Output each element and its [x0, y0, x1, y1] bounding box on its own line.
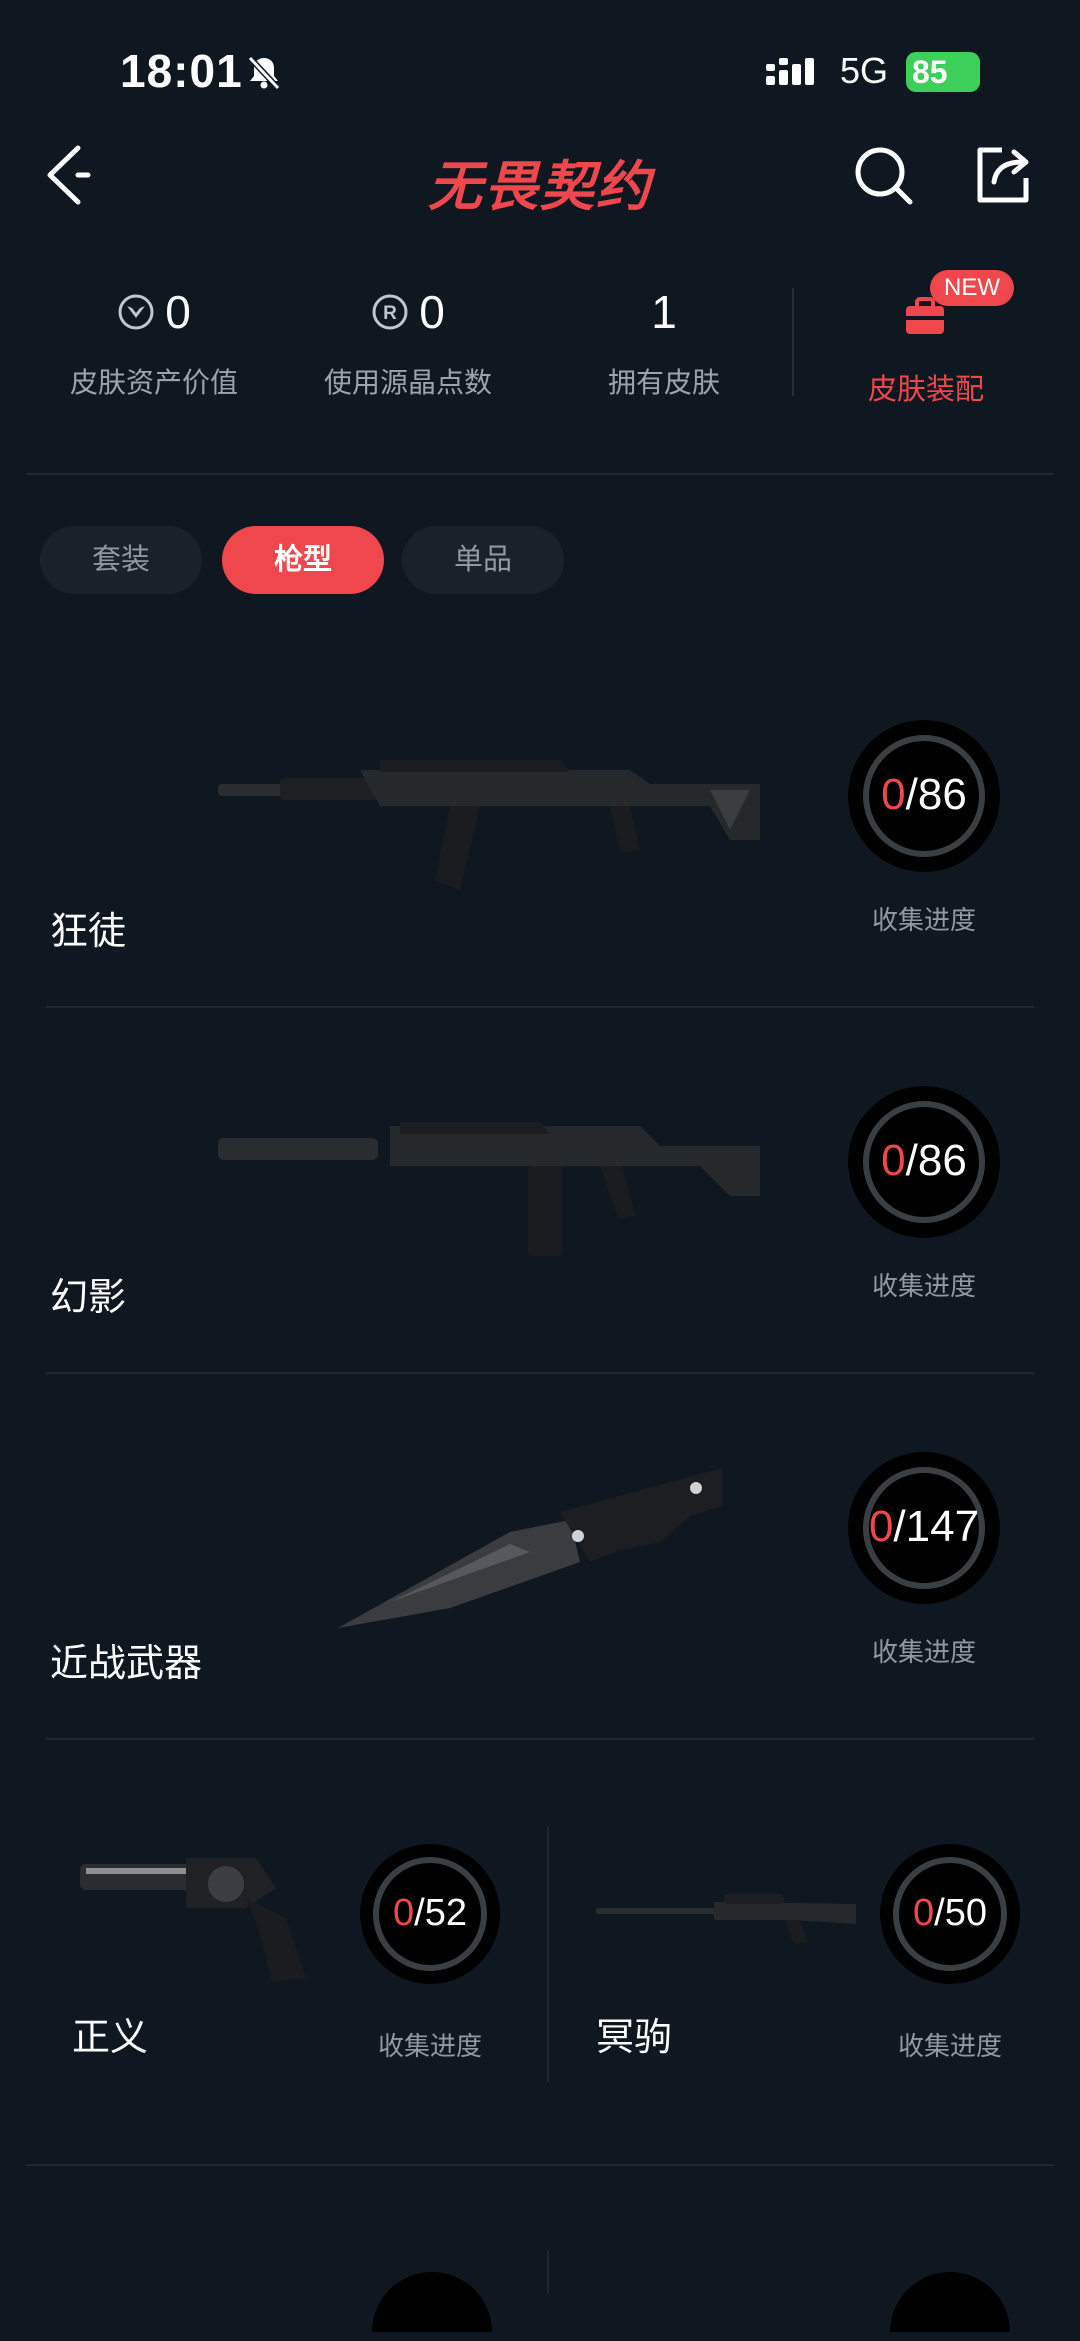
weapon-name: 近战武器	[50, 1643, 203, 1685]
status-time: 18:01	[120, 45, 243, 97]
stat-value: 0	[165, 286, 191, 338]
tab-bundles[interactable]: 套装	[40, 526, 202, 594]
tab-single-items[interactable]: 单品	[402, 526, 564, 594]
search-icon[interactable]	[852, 144, 914, 206]
divider	[26, 2164, 1054, 2166]
divider	[46, 1738, 1034, 1740]
stat-radianite: R 0 使用源晶点数	[278, 285, 538, 401]
progress-count: 0/50	[913, 1892, 987, 1934]
stat-skin-value: 0 皮肤资产价值	[24, 285, 284, 401]
skin-equip-button[interactable]: 皮肤装配	[838, 366, 1014, 408]
progress-label: 收集进度	[871, 1637, 976, 1667]
weapon-card-phantom[interactable]: 幻影 0/86 收集进度	[0, 1026, 1080, 1366]
phantom-weapon-image	[218, 1122, 760, 1256]
stat-owned-skins: 1 拥有皮肤	[534, 285, 794, 401]
progress-count: 0/52	[393, 1892, 467, 1934]
battery-level: 85	[912, 54, 948, 90]
svg-text:R: R	[383, 303, 397, 324]
progress-label: 收集进度	[871, 1271, 976, 1301]
back-icon[interactable]	[40, 140, 100, 210]
stat-value: 1	[651, 286, 677, 338]
progress-count: 0/86	[881, 1136, 967, 1185]
weapon-name: 正义	[72, 2017, 149, 2059]
signal-icon	[766, 58, 814, 85]
progress-label: 收集进度	[377, 2031, 482, 2061]
stat-label: 使用源晶点数	[323, 367, 492, 398]
weapon-name: 冥驹	[596, 2017, 673, 2059]
divider	[547, 2250, 549, 2294]
radianite-icon: R	[372, 294, 408, 330]
tab-weapon-types[interactable]: 枪型	[222, 526, 384, 594]
marshal-sniper-image	[596, 1894, 856, 1944]
muted-bell-icon	[247, 55, 281, 91]
divider	[46, 1006, 1034, 1008]
weapon-card-marshal[interactable]: 冥驹 0/50 收集进度	[548, 1760, 1080, 2100]
vandal-weapon-image	[218, 760, 760, 890]
progress-label: 收集进度	[871, 905, 976, 935]
divider	[792, 288, 794, 396]
valorant-points-icon	[118, 294, 154, 330]
share-icon[interactable]	[972, 144, 1034, 206]
progress-ring-partial	[372, 2272, 492, 2332]
stat-label: 拥有皮肤	[607, 367, 720, 398]
sheriff-revolver-image	[80, 1858, 306, 1982]
weapon-card-vandal[interactable]: 狂徒 0/86 收集进度	[0, 660, 1080, 1000]
new-badge: NEW	[930, 270, 1014, 306]
weapon-name: 幻影	[50, 1277, 127, 1319]
divider	[26, 473, 1054, 475]
progress-count: 0/86	[881, 770, 967, 819]
stat-value: 0	[419, 286, 445, 338]
stat-label: 皮肤资产价值	[69, 367, 238, 398]
progress-count: 0/147	[868, 1502, 980, 1551]
divider	[46, 1372, 1034, 1374]
progress-ring-partial	[890, 2272, 1010, 2332]
network-type: 5G	[840, 50, 889, 91]
melee-knife-image	[338, 1468, 722, 1628]
weapon-name: 狂徒	[50, 911, 127, 953]
weapon-card-sheriff[interactable]: 正义 0/52 收集进度	[0, 1760, 546, 2100]
weapon-card-melee[interactable]: 近战武器 0/147 收集进度	[0, 1392, 1080, 1732]
progress-label: 收集进度	[897, 2031, 1002, 2061]
app-title: 无畏契约	[428, 157, 652, 217]
